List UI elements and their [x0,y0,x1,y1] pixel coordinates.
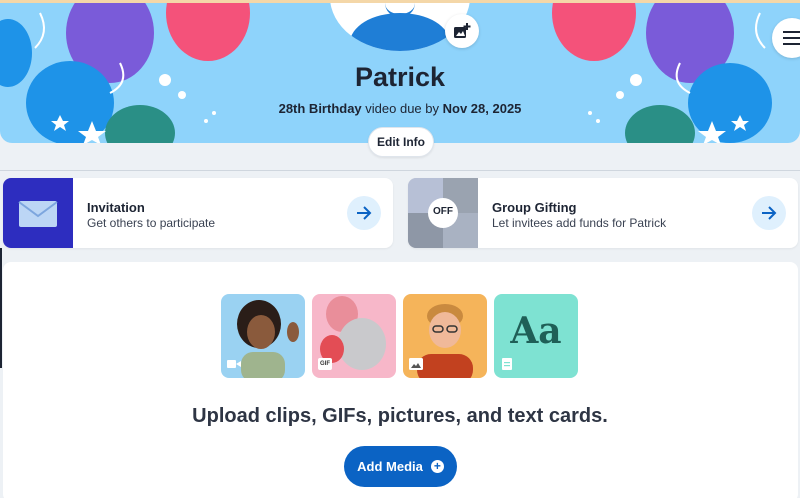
invitation-title: Invitation [87,200,145,215]
gift-discount-label: OFF [433,206,453,217]
add-media-button[interactable]: Add Media + [344,446,457,487]
plus-circle-icon: + [430,460,444,473]
invitation-card[interactable]: Invitation Get others to participate [3,178,393,248]
gift-card-thumb: OFF [408,178,478,248]
picture-icon [409,358,423,370]
due-line: 28th Birthday video due by Nov 28, 2025 [0,101,800,116]
due-connector: video due by [361,101,443,116]
upload-heading: Upload clips, GIFs, pictures, and text c… [192,405,608,427]
gif-tile: GIF [312,294,396,378]
invitation-subtitle: Get others to participate [87,216,216,230]
due-date: Nov 28, 2025 [442,101,522,116]
video-clip-tile [221,294,305,378]
gif-icon: GIF [318,358,332,370]
arrow-right-icon [762,206,777,220]
group-gifting-arrow-button[interactable] [752,196,786,230]
section-divider [0,170,800,171]
group-gifting-subtitle: Let invitees add funds for Patrick [492,216,667,230]
occasion-label: 28th Birthday [278,101,362,116]
left-edge-bar [0,248,2,368]
invitation-arrow-button[interactable] [347,196,381,230]
add-photo-icon [454,23,471,38]
arrow-right-icon [357,206,372,220]
picture-tile [403,294,487,378]
edit-info-button[interactable]: Edit Info [368,127,434,157]
video-icon [227,360,241,368]
text-card-tile: Aa [494,294,578,378]
envelope-icon [18,201,58,227]
group-gifting-title: Group Gifting [492,200,577,215]
text-card-label: Aa [510,310,562,352]
recipient-name: Patrick [354,62,446,92]
group-gifting-card[interactable]: OFF Group Gifting Let invitees add funds… [408,178,798,248]
hamburger-menu-icon [783,31,800,45]
invitation-thumb [3,178,73,248]
hero-banner: Patrick 28th Birthday video due by Nov 2… [0,3,800,143]
add-media-label: Add Media [357,459,423,474]
change-photo-button[interactable] [445,14,479,48]
text-card-icon [502,358,512,370]
